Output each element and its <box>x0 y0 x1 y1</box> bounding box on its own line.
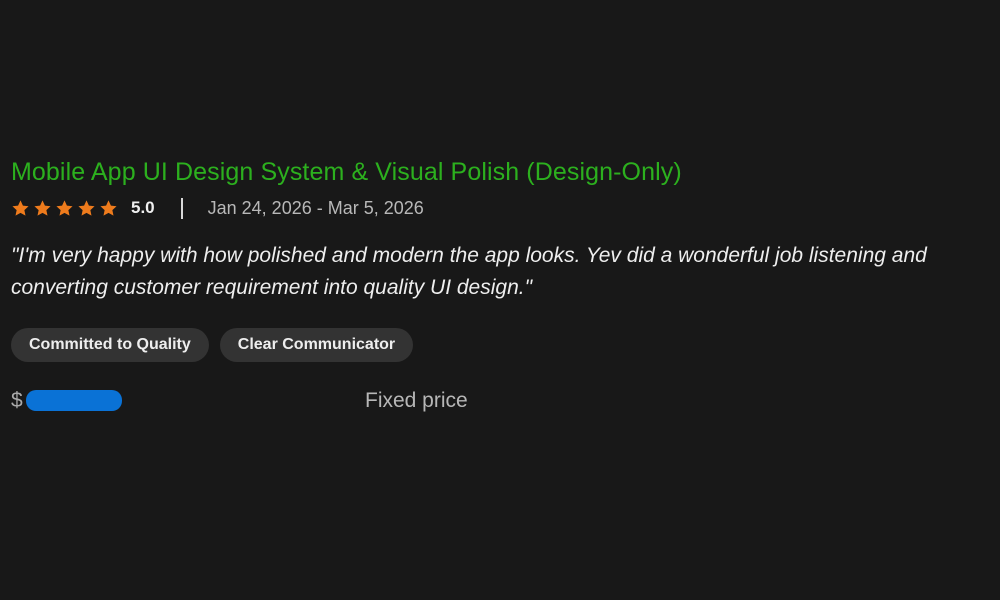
client-review: "I'm very happy with how polished and mo… <box>11 240 996 304</box>
star-icon <box>100 199 117 216</box>
client-review-line: converting customer requirement into qua… <box>11 276 533 299</box>
feedback-tag: Committed to Quality <box>11 328 209 362</box>
job-review-card: Mobile App UI Design System & Visual Pol… <box>11 152 996 417</box>
rating-date-divider <box>180 197 183 219</box>
star-icon <box>34 199 51 216</box>
price-type: Fixed price <box>365 389 468 412</box>
price-row: $ Fixed price <box>11 385 996 417</box>
client-review-line: "I'm very happy with how polished and mo… <box>11 244 927 267</box>
job-title-link[interactable]: Mobile App UI Design System & Visual Pol… <box>11 152 996 192</box>
price-redaction <box>26 390 122 411</box>
star-icon <box>12 199 29 216</box>
currency-symbol: $ <box>11 389 23 412</box>
star-icon <box>78 199 95 216</box>
star-icon <box>56 199 73 216</box>
rating-value: 5.0 <box>131 198 155 217</box>
feedback-tag: Clear Communicator <box>219 328 414 362</box>
rating-row: 5.0 Jan 24, 2026 - Mar 5, 2026 <box>11 196 996 220</box>
job-history-page: Mobile App UI Design System & Visual Pol… <box>0 0 1000 600</box>
job-date-range: Jan 24, 2026 - Mar 5, 2026 <box>207 197 424 218</box>
feedback-tags: Committed to Quality Clear Communicator <box>11 328 996 362</box>
star-rating <box>11 199 118 218</box>
